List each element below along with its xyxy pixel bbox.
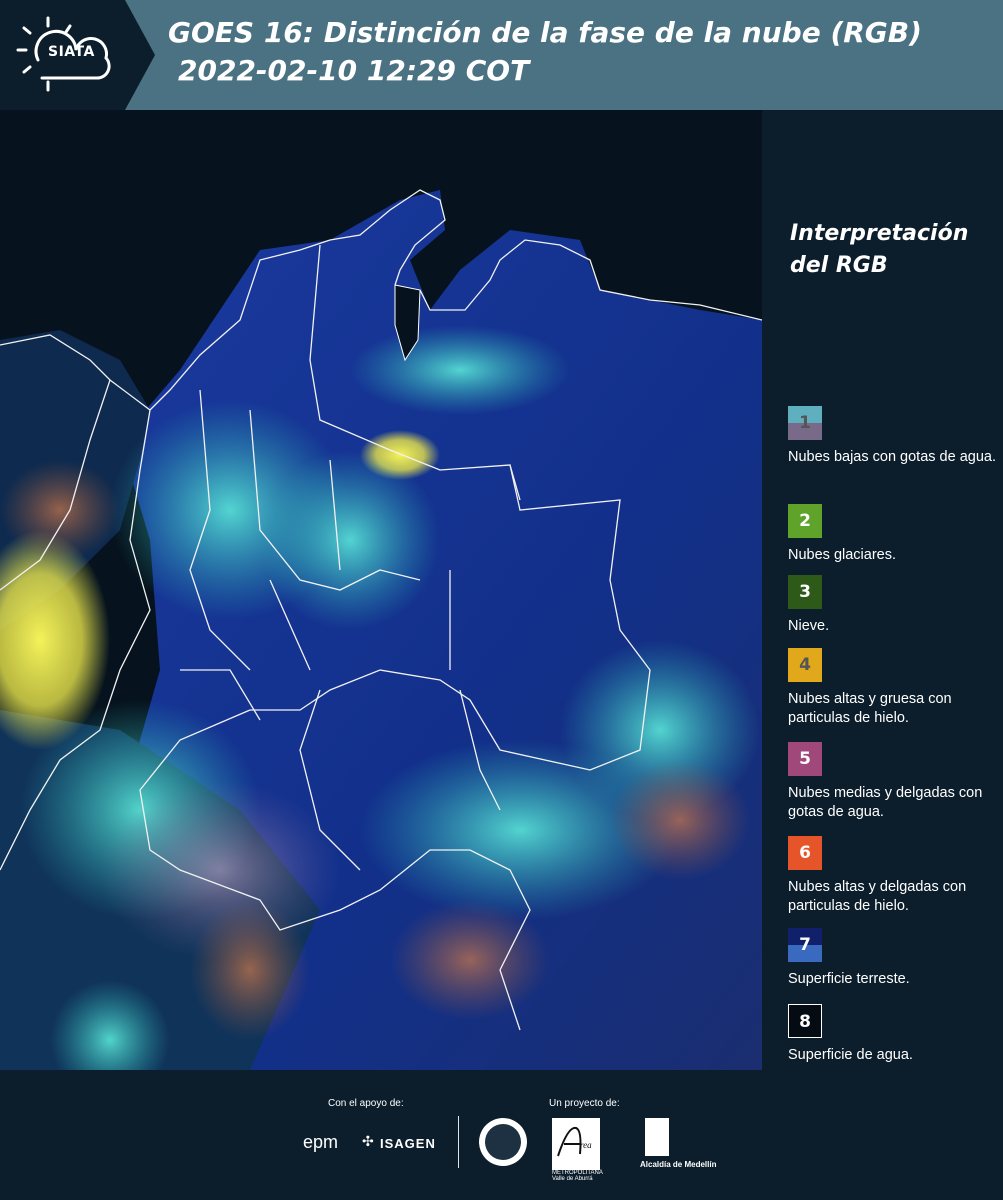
legend-swatch: 7 [788, 928, 822, 962]
legend-description: Nubes medias y delgadas con gotas de agu… [788, 785, 983, 820]
legend-number: 4 [799, 655, 811, 675]
legend-item-4: 4 Nubes altas y gruesa con particulas de … [788, 648, 1003, 728]
page-title: GOES 16: Distinción de la fase de la nub… [168, 14, 988, 90]
legend-item-8: 8 Superficie de agua. [788, 1004, 1003, 1065]
legend-number: 8 [799, 1012, 811, 1032]
legend-swatch: 3 [788, 575, 822, 609]
legend-description: Nubes altas y gruesa con particulas de h… [788, 691, 952, 726]
legend-number: 1 [799, 413, 811, 433]
satellite-map [0, 110, 762, 1070]
title-product: GOES 16: Distinción de la fase de la nub… [168, 16, 922, 49]
legend-number: 5 [799, 749, 811, 769]
legend-swatch: 6 [788, 836, 822, 870]
siata-logo-text: SIATA [48, 44, 95, 60]
legend-description: Superficie terreste. [788, 971, 910, 987]
legend-number: 6 [799, 843, 811, 863]
legend-number: 2 [799, 511, 811, 531]
legend-item-3: 3 Nieve. [788, 575, 1003, 636]
footer-divider [458, 1116, 459, 1168]
footer: Con el apoyo de: Un proyecto de: epm ✣ I… [0, 1070, 1003, 1200]
legend-panel: Interpretación del RGB 1 Nubes bajas con … [762, 110, 1003, 1070]
project-label: Un proyecto de: [549, 1098, 620, 1109]
legend-item-7: 7 Superficie terreste. [788, 928, 1003, 989]
legend-description: Nubes bajas con gotas de agua. [788, 449, 996, 465]
legend-swatch: 2 [788, 504, 822, 538]
support-label: Con el apoyo de: [328, 1098, 404, 1109]
legend-description: Nubes altas y delgadas con particulas de… [788, 879, 967, 914]
legend-item-1: 1 Nubes bajas con gotas de agua. [788, 406, 1003, 467]
medellin-shield-icon [645, 1118, 669, 1156]
alcaldia-label: Alcaldía de Medellín [640, 1160, 717, 1169]
legend-description: Nubes glaciares. [788, 547, 896, 563]
legend-number: 7 [799, 935, 811, 955]
legend-item-5: 5 Nubes medias y delgadas con gotas de ag… [788, 742, 1003, 822]
antioquia-seal-icon [479, 1118, 527, 1166]
legend-swatch: 8 [788, 1004, 822, 1038]
legend-title: Interpretación del RGB [790, 221, 969, 278]
epm-logo: epm [303, 1132, 339, 1152]
isagen-icon: ✣ [362, 1134, 374, 1150]
siata-logo: SIATA [0, 0, 155, 110]
legend-number: 3 [799, 582, 811, 602]
area-metropolitana-logo: rea [552, 1118, 600, 1170]
legend-swatch: 1 [788, 406, 822, 440]
area-metropolitana-caption: METROPOLITANA Valle de Aburrá [552, 1170, 603, 1182]
map-image [0, 110, 762, 1070]
title-datetime: 2022-02-10 12:29 COT [178, 54, 530, 87]
legend-item-2: 2 Nubes glaciares. [788, 504, 1003, 565]
legend-swatch: 5 [788, 742, 822, 776]
legend-item-6: 6 Nubes altas y delgadas con particulas d… [788, 836, 1003, 916]
legend-swatch: 4 [788, 648, 822, 682]
isagen-logo: ISAGEN [380, 1136, 436, 1151]
legend-description: Nieve. [788, 618, 830, 634]
header: SIATA GOES 16: Distinción de la fase de … [0, 0, 1003, 110]
legend-description: Superficie de agua. [788, 1047, 913, 1063]
svg-text:rea: rea [580, 1140, 592, 1150]
